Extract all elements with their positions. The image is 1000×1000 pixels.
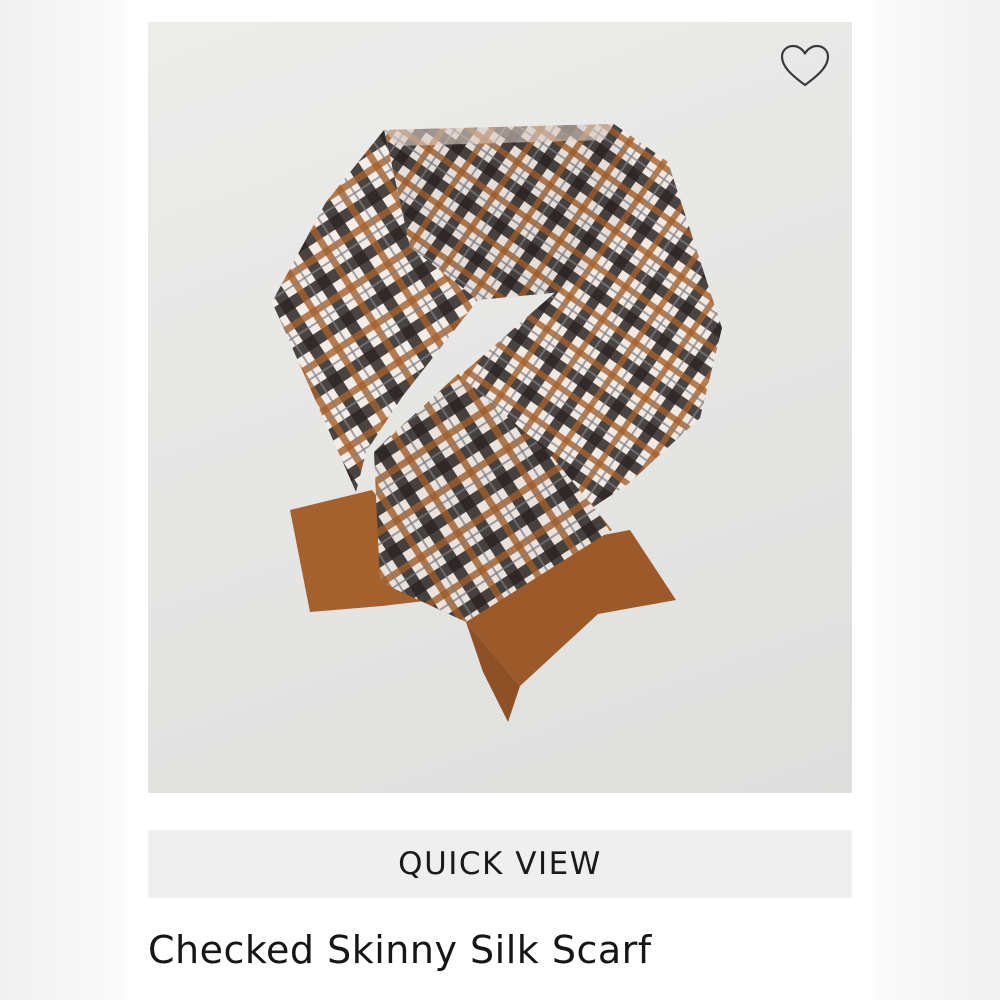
quick-view-button[interactable]: QUICK VIEW [148, 830, 852, 898]
product-title[interactable]: Checked Skinny Silk Scarf [148, 928, 652, 972]
checked-scarf-image [272, 124, 722, 722]
product-card: QUICK VIEW Checked Skinny Silk Scarf [128, 0, 872, 1000]
heart-outline-icon [780, 44, 830, 87]
product-image[interactable] [148, 22, 852, 793]
wishlist-button[interactable] [778, 42, 832, 90]
product-listing-page: QUICK VIEW Checked Skinny Silk Scarf [0, 0, 1000, 1000]
